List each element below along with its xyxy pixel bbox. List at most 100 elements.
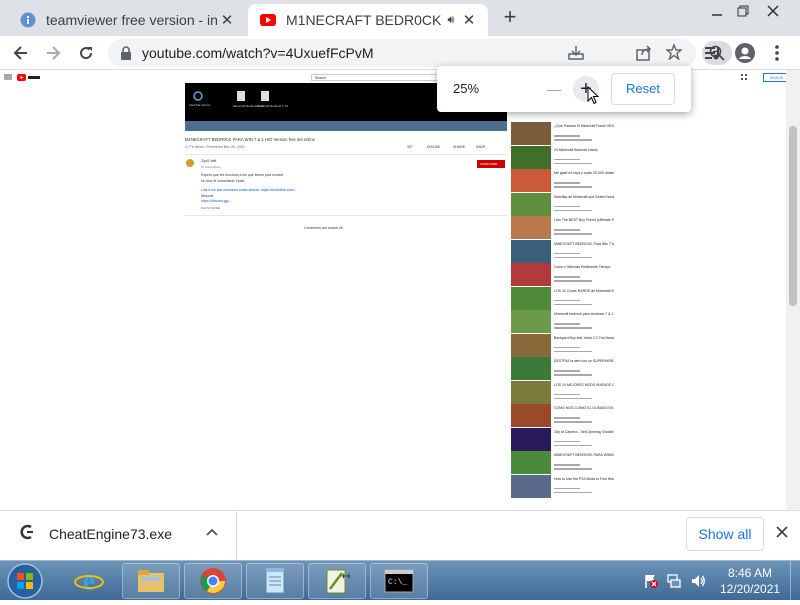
video-thumbnail[interactable] [511,239,551,263]
dislike-button[interactable]: DISLIKE [427,145,440,149]
recommended-video[interactable]: City of Camera - Self-Opening Ghosting C… [511,427,614,451]
recommended-video[interactable]: LOS 10 Cosas RAROS de Minecraft Bedrock … [511,286,614,310]
restore-button[interactable] [728,0,758,22]
address-bar[interactable]: youtube.com/watch?v=4UxuefFcPvM [108,39,732,67]
video-thumbnail[interactable] [511,310,551,333]
youtube-search-box[interactable]: Search [311,74,441,81]
taskbar-clock[interactable]: 8:46 AM 12/20/2021 [720,565,780,597]
video-thumbnail[interactable] [511,427,551,451]
tab-youtube[interactable]: M1NECRAFT BEDR0CK PARA 🔊︎ ✕ [248,4,488,36]
recommended-video[interactable]: Me gasé mi ropa y costó 20.000 dólares [511,169,614,192]
reload-icon [80,47,93,60]
share-video-button[interactable]: SHARE [453,145,465,149]
clock-date: 12/20/2021 [720,582,781,596]
speaker-icon[interactable]: 🔊︎ [442,14,460,27]
video-thumbnail[interactable] [511,169,551,192]
video-meta-line [554,229,580,231]
overlay-label: Minecraft Bedrock 1.18 [257,104,288,108]
recommended-video[interactable]: CÓMO NOS COMIÓ EL GUSANO EN 15 MINUTOS [511,404,614,427]
recommended-video[interactable]: ¿Qué Pasaría Si Minecraft Fuera GRATIS? [511,122,614,145]
description-link[interactable]: https://discord.gg/... [201,199,232,203]
menu-button[interactable] [764,40,790,66]
chevron-up-icon[interactable] [206,528,218,536]
network-icon[interactable] [666,573,682,589]
reload-button[interactable] [73,40,99,66]
description-link[interactable]: Link a los last versiones estas ahmas: h… [201,188,297,192]
video-thumbnail[interactable] [511,263,551,286]
youtube-logo-icon[interactable] [17,74,41,81]
zoom-out-button[interactable]: — [541,76,567,102]
command-prompt-icon: C:\_ [384,569,414,593]
recommended-video[interactable]: LOS 10 MEJORES MODS BUENOS CON MINECRAFT [511,380,614,404]
back-button[interactable] [8,40,34,66]
video-thumbnail[interactable] [511,451,551,474]
show-more-button[interactable]: SHOW MORE [201,206,220,210]
channel-name[interactable]: ZyxiCraft [201,159,216,163]
divider [236,511,237,560]
notepad-button[interactable] [246,563,304,599]
chrome-button[interactable] [184,563,242,599]
download-item[interactable]: CheatEngine73.exe [0,511,236,560]
video-thumbnail[interactable] [511,380,551,404]
windows-taskbar: e ++ C:\_ 8:46 AM 12/20/2021 [0,560,800,601]
like-button[interactable]: 327 [407,145,413,149]
video-thumbnail[interactable] [511,333,551,357]
close-tab-icon[interactable]: ✕ [460,11,478,29]
notepad-plus-plus-button[interactable]: ++ [308,563,366,599]
new-tab-button[interactable]: + [498,6,522,30]
close-window-button[interactable] [758,0,788,22]
close-icon[interactable] [776,526,788,538]
recommended-video[interactable]: How to Use the PS3 Mods to Find Hidden A… [511,474,614,498]
close-tab-icon[interactable]: ✕ [218,11,236,29]
profile-button[interactable] [732,40,758,66]
recommended-video[interactable]: Backyard Boy feat Yokai 2.0 The Name Pha… [511,333,614,357]
scrollbar-thumb[interactable] [789,126,797,306]
save-video-button[interactable]: SAVE [476,145,485,149]
video-thumbnail[interactable] [511,404,551,427]
video-meta-line [554,393,580,395]
recommended-video-title: Me gasé mi ropa y costó 20.000 dólares [554,171,614,175]
share-icon[interactable] [636,45,652,61]
video-thumbnail[interactable] [511,357,551,380]
action-center-flag-icon[interactable] [643,573,659,589]
video-meta-line [554,252,580,254]
install-icon[interactable] [568,45,584,61]
file-explorer-button[interactable] [122,563,180,599]
volume-icon[interactable] [690,573,706,589]
forward-button[interactable] [40,40,66,66]
internet-explorer-button[interactable]: e [60,563,118,599]
subscribe-button[interactable]: SUBSCRIBE [477,160,505,168]
recommended-video[interactable]: MINECRAFT BEDROCK PARA WINDOWS 7 & 1 HIO… [511,451,614,474]
start-button[interactable] [4,562,46,600]
recommended-video[interactable]: Como ir Mezclas Realmente Tiempo [511,263,611,286]
video-thumbnail[interactable] [511,192,551,216]
channel-avatar-icon[interactable] [186,159,194,167]
video-thumbnail[interactable] [511,474,551,498]
show-all-button[interactable]: Show all [686,517,764,551]
recommended-video[interactable]: 24 Minecraft Bedrock Hacks [511,145,611,169]
apps-grid-icon[interactable] [741,74,747,80]
video-meta-line [554,276,580,278]
video-thumbnail[interactable] [511,122,551,145]
show-desktop-button[interactable] [790,561,800,601]
zoom-reset-button[interactable]: Reset [611,73,675,105]
video-meta-line [554,350,592,352]
recommended-video[interactable]: DESTRUÍ la web con un SUPERHEROE en Mine… [511,357,614,380]
recommended-video[interactable]: I Am The BEST Boy Friend (Ultimate Prank… [511,216,614,239]
media-controls-button[interactable] [700,40,726,66]
recommended-video[interactable]: MINECRAFT BEDROCK Para Win 7 & 1 HIO Nue… [511,239,614,263]
video-thumbnail[interactable] [511,216,551,239]
description-line: Espero que les funcione a los que tienen… [201,173,284,177]
video-thumbnail[interactable] [511,286,551,310]
video-thumbnail[interactable] [511,145,551,169]
url-text: youtube.com/watch?v=4UxuefFcPvM [142,45,374,61]
playlist-icon [705,47,719,60]
command-prompt-button[interactable]: C:\_ [370,563,428,599]
bookmark-star-icon[interactable] [666,44,682,60]
recommended-video-title: ¿Qué Pasaría Si Minecraft Fuera GRATIS? [554,124,614,128]
page-scrollbar[interactable] [786,70,800,510]
hamburger-icon[interactable] [4,74,12,80]
recommended-video[interactable]: Minecraft bedrock para windows 7 & 1 HIO… [511,310,614,333]
tab-teamviewer[interactable]: teamviewer free version - info.co ✕ [8,4,246,36]
recommended-video[interactable]: Semillas de Minecraft que Deben Navigarl… [511,192,614,216]
